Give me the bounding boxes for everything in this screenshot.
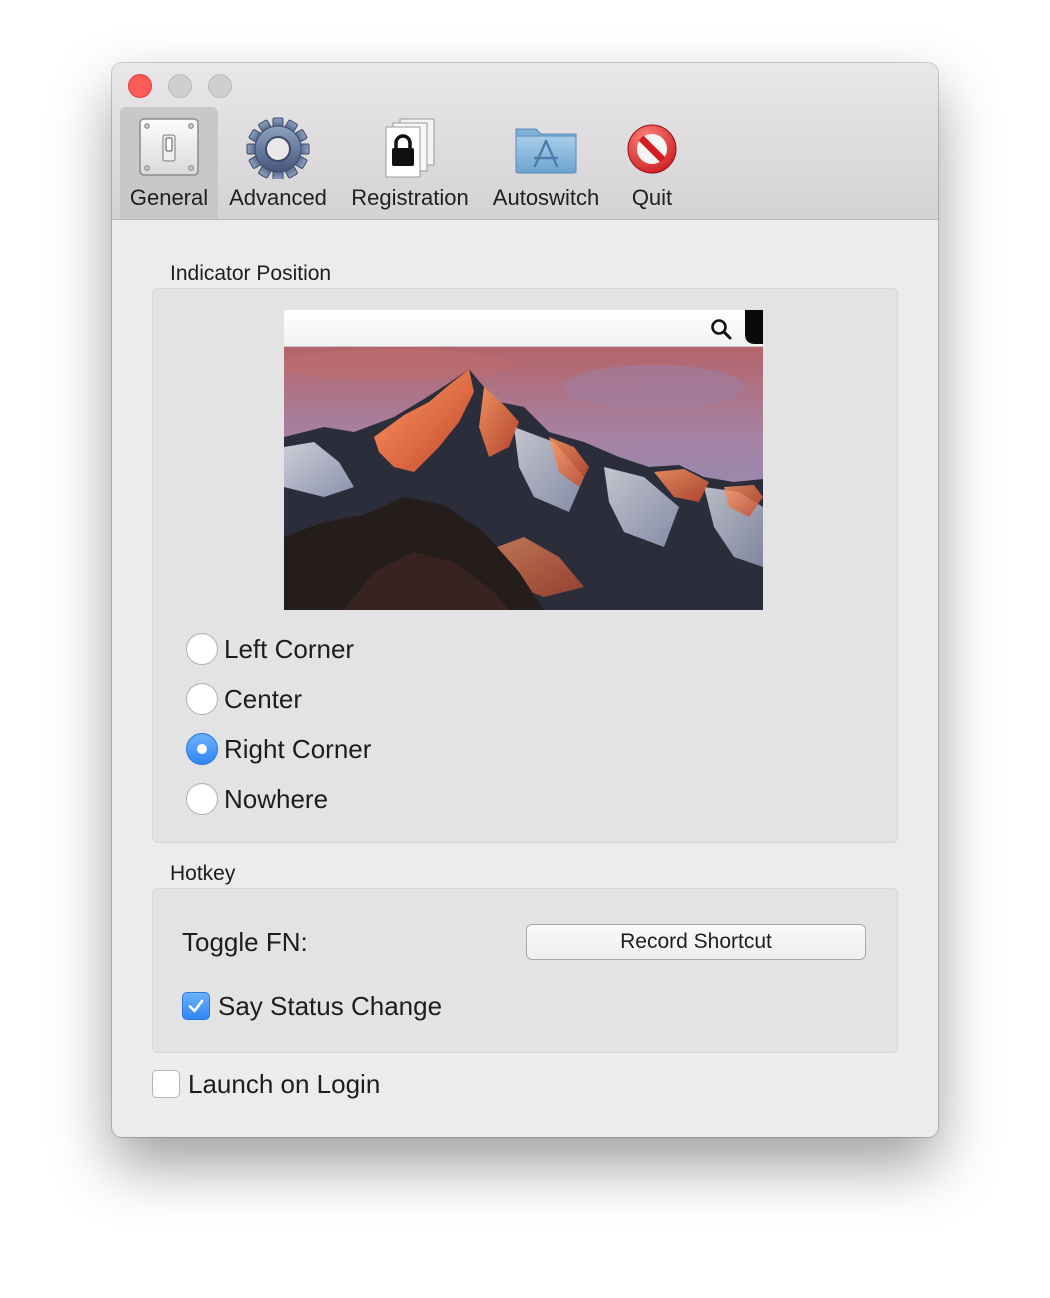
lock-documents-icon bbox=[385, 118, 435, 178]
radio-label: Right Corner bbox=[224, 734, 372, 764]
toggle-switch-icon bbox=[139, 118, 199, 176]
tab-autoswitch[interactable]: Autoswitch bbox=[484, 107, 608, 219]
radio-button[interactable] bbox=[186, 683, 218, 715]
wallpaper-image bbox=[284, 347, 763, 610]
tab-label: General bbox=[129, 185, 209, 210]
launch-on-login-checkbox[interactable] bbox=[152, 1070, 180, 1098]
tab-advanced[interactable]: Advanced bbox=[224, 107, 332, 219]
app-folder-icon bbox=[515, 128, 577, 174]
radio-label: Center bbox=[224, 684, 303, 714]
indicator-position-heading: Indicator Position bbox=[170, 262, 332, 285]
say-status-change-checkbox[interactable] bbox=[182, 992, 210, 1020]
tab-label: Autoswitch bbox=[492, 185, 600, 210]
tab-label: Advanced bbox=[229, 185, 327, 210]
gear-icon bbox=[246, 117, 310, 179]
checkmark-icon bbox=[188, 999, 204, 1013]
radio-button[interactable] bbox=[186, 783, 218, 815]
radio-button[interactable] bbox=[186, 633, 218, 665]
search-icon bbox=[711, 319, 732, 340]
radio-label: Nowhere bbox=[224, 784, 329, 814]
prohibited-icon bbox=[627, 124, 677, 174]
toolbar: General Advanced Registration Autoswitch… bbox=[112, 63, 938, 220]
close-window-button[interactable] bbox=[128, 74, 152, 98]
tab-quit[interactable]: Quit bbox=[616, 107, 688, 219]
hotkey-heading: Hotkey bbox=[170, 862, 236, 885]
preferences-window: General Advanced Registration Autoswitch… bbox=[112, 63, 938, 1137]
indicator-marker-icon bbox=[745, 310, 763, 344]
tab-label: Registration bbox=[351, 185, 469, 210]
zoom-window-button[interactable] bbox=[208, 74, 232, 98]
hotkey-box bbox=[152, 888, 898, 1053]
record-shortcut-button[interactable]: Record Shortcut bbox=[526, 924, 866, 960]
radio-button-selected[interactable] bbox=[186, 733, 218, 765]
toggle-fn-label: Toggle FN: bbox=[182, 927, 308, 957]
radio-label: Left Corner bbox=[224, 634, 355, 664]
tab-registration[interactable]: Registration bbox=[344, 107, 476, 219]
say-status-change-label: Say Status Change bbox=[218, 991, 443, 1021]
tab-label: Quit bbox=[631, 185, 673, 210]
menubar-preview bbox=[284, 310, 763, 347]
launch-on-login-label: Launch on Login bbox=[188, 1069, 381, 1099]
indicator-preview bbox=[284, 310, 763, 610]
minimize-window-button[interactable] bbox=[168, 74, 192, 98]
tab-general[interactable]: General bbox=[120, 107, 218, 219]
